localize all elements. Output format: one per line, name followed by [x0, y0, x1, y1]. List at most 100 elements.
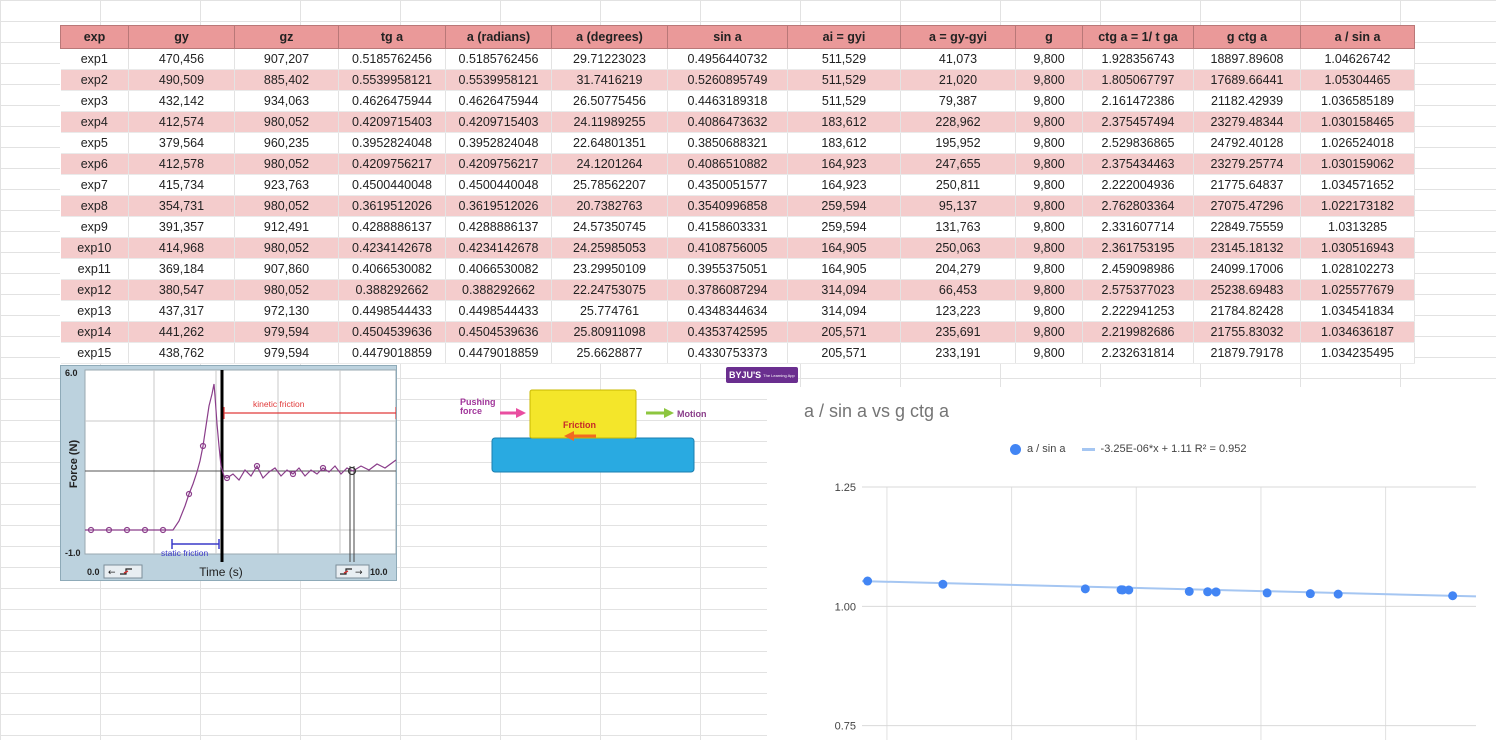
table-cell[interactable]: 0.3786087294	[667, 279, 788, 301]
table-cell[interactable]: 22.64801351	[551, 132, 668, 154]
table-cell[interactable]: 235,691	[900, 321, 1016, 343]
column-header[interactable]: a = gy-gyi	[900, 25, 1016, 49]
table-cell[interactable]: 1.026524018	[1300, 132, 1415, 154]
table-cell[interactable]: 0.4108756005	[667, 237, 788, 259]
column-header[interactable]: ctg a = 1/ t ga	[1082, 25, 1194, 49]
table-cell[interactable]: 2.219982686	[1082, 321, 1194, 343]
table-cell[interactable]: exp15	[60, 342, 129, 364]
table-cell[interactable]: 0.3850688321	[667, 132, 788, 154]
table-cell[interactable]: 1.025577679	[1300, 279, 1415, 301]
table-cell[interactable]: 25238.69483	[1193, 279, 1301, 301]
table-cell[interactable]: 980,052	[234, 195, 339, 217]
table-cell[interactable]: 18897.89608	[1193, 48, 1301, 70]
table-cell[interactable]: 21775.64837	[1193, 174, 1301, 196]
table-cell[interactable]: 412,578	[128, 153, 235, 175]
table-cell[interactable]: 907,860	[234, 258, 339, 280]
table-cell[interactable]: 27075.47296	[1193, 195, 1301, 217]
table-cell[interactable]: 314,094	[787, 300, 901, 322]
table-cell[interactable]: 412,574	[128, 111, 235, 133]
table-cell[interactable]: 0.388292662	[338, 279, 446, 301]
table-cell[interactable]: 1.034541834	[1300, 300, 1415, 322]
table-cell[interactable]: exp11	[60, 258, 129, 280]
table-cell[interactable]: 380,547	[128, 279, 235, 301]
table-cell[interactable]: 66,453	[900, 279, 1016, 301]
scroll-left-button[interactable]: ←	[103, 564, 143, 579]
table-cell[interactable]: 9,800	[1015, 69, 1083, 91]
table-cell[interactable]: 0.3619512026	[338, 195, 446, 217]
table-cell[interactable]: 9,800	[1015, 174, 1083, 196]
table-cell[interactable]: 21182.42939	[1193, 90, 1301, 112]
table-cell[interactable]: 960,235	[234, 132, 339, 154]
table-cell[interactable]: 0.4209756217	[445, 153, 552, 175]
table-cell[interactable]: 0.4066530082	[338, 258, 446, 280]
table-cell[interactable]: 9,800	[1015, 279, 1083, 301]
table-cell[interactable]: 183,612	[787, 132, 901, 154]
table-cell[interactable]: 885,402	[234, 69, 339, 91]
table-cell[interactable]: 23279.25774	[1193, 153, 1301, 175]
table-cell[interactable]: 259,594	[787, 216, 901, 238]
table-cell[interactable]: 9,800	[1015, 216, 1083, 238]
table-cell[interactable]: 123,223	[900, 300, 1016, 322]
table-cell[interactable]: 9,800	[1015, 111, 1083, 133]
table-cell[interactable]: 414,968	[128, 237, 235, 259]
table-cell[interactable]: 131,763	[900, 216, 1016, 238]
table-cell[interactable]: 25.6628877	[551, 342, 668, 364]
table-cell[interactable]: 9,800	[1015, 48, 1083, 70]
table-cell[interactable]: 9,800	[1015, 342, 1083, 364]
column-header[interactable]: g	[1015, 25, 1083, 49]
table-cell[interactable]: 25.80911098	[551, 321, 668, 343]
table-cell[interactable]: 24.11989255	[551, 111, 668, 133]
table-cell[interactable]: 0.4479018859	[445, 342, 552, 364]
table-cell[interactable]: 0.4626475944	[445, 90, 552, 112]
table-cell[interactable]: 250,811	[900, 174, 1016, 196]
column-header[interactable]: gz	[234, 25, 339, 49]
table-cell[interactable]: 21784.82428	[1193, 300, 1301, 322]
table-cell[interactable]: 1.028102273	[1300, 258, 1415, 280]
table-cell[interactable]: 25.774761	[551, 300, 668, 322]
table-cell[interactable]: 183,612	[787, 111, 901, 133]
table-cell[interactable]: 24.25985053	[551, 237, 668, 259]
table-cell[interactable]: 391,357	[128, 216, 235, 238]
table-cell[interactable]: 511,529	[787, 90, 901, 112]
table-cell[interactable]: 2.459098986	[1082, 258, 1194, 280]
table-cell[interactable]: 0.4348344634	[667, 300, 788, 322]
table-cell[interactable]: 228,962	[900, 111, 1016, 133]
table-cell[interactable]: 0.4498544433	[445, 300, 552, 322]
table-cell[interactable]: 437,317	[128, 300, 235, 322]
table-cell[interactable]: 1.034636187	[1300, 321, 1415, 343]
table-cell[interactable]: 164,923	[787, 153, 901, 175]
table-cell[interactable]: 24.57350745	[551, 216, 668, 238]
table-cell[interactable]: 2.762803364	[1082, 195, 1194, 217]
table-cell[interactable]: 511,529	[787, 69, 901, 91]
table-cell[interactable]: 0.4479018859	[338, 342, 446, 364]
table-cell[interactable]: 470,456	[128, 48, 235, 70]
table-cell[interactable]: 31.7416219	[551, 69, 668, 91]
table-cell[interactable]: 907,207	[234, 48, 339, 70]
column-header[interactable]: gy	[128, 25, 235, 49]
table-cell[interactable]: exp2	[60, 69, 129, 91]
table-cell[interactable]: 1.928356743	[1082, 48, 1194, 70]
column-header[interactable]: sin a	[667, 25, 788, 49]
table-cell[interactable]: 259,594	[787, 195, 901, 217]
table-cell[interactable]: 369,184	[128, 258, 235, 280]
table-cell[interactable]: 0.4234142678	[445, 237, 552, 259]
table-cell[interactable]: 21879.79178	[1193, 342, 1301, 364]
table-cell[interactable]: 9,800	[1015, 195, 1083, 217]
table-cell[interactable]: 95,137	[900, 195, 1016, 217]
table-cell[interactable]: 0.4086510882	[667, 153, 788, 175]
column-header[interactable]: a / sin a	[1300, 25, 1415, 49]
table-cell[interactable]: 205,571	[787, 342, 901, 364]
table-cell[interactable]: exp6	[60, 153, 129, 175]
table-cell[interactable]: 980,052	[234, 153, 339, 175]
table-cell[interactable]: 22849.75559	[1193, 216, 1301, 238]
table-cell[interactable]: exp12	[60, 279, 129, 301]
table-cell[interactable]: 9,800	[1015, 237, 1083, 259]
table-cell[interactable]: 21755.83032	[1193, 321, 1301, 343]
table-cell[interactable]: 233,191	[900, 342, 1016, 364]
table-cell[interactable]: 415,734	[128, 174, 235, 196]
table-cell[interactable]: 379,564	[128, 132, 235, 154]
table-cell[interactable]: 0.3952824048	[445, 132, 552, 154]
column-header[interactable]: a (degrees)	[551, 25, 668, 49]
table-cell[interactable]: 2.375434463	[1082, 153, 1194, 175]
table-cell[interactable]: 2.222004936	[1082, 174, 1194, 196]
